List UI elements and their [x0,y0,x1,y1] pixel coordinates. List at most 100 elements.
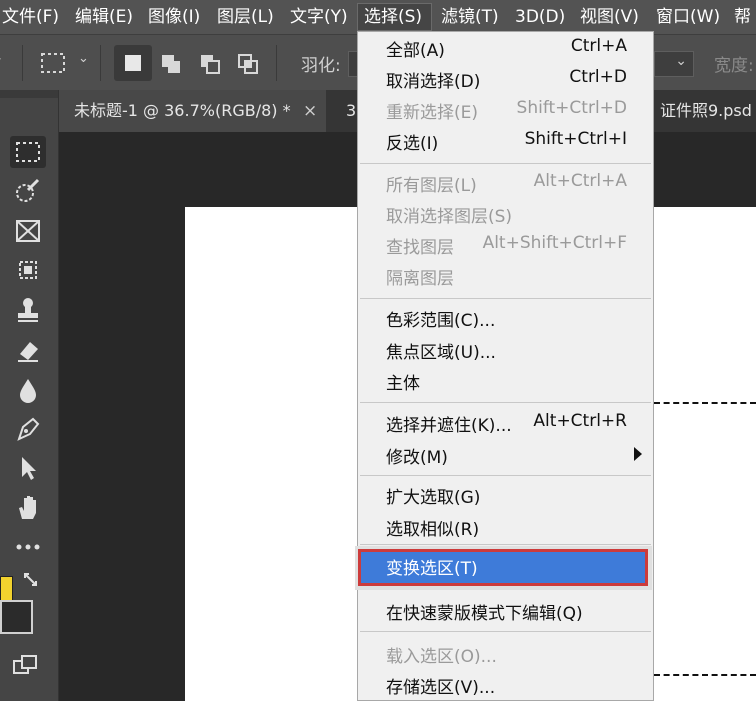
menu-item-label: 焦点区域(U)... [386,343,496,363]
menu-3d[interactable]: 3D(D) [515,0,565,34]
menu-file[interactable]: 文件(F) [2,0,59,34]
select-menu-dropdown: 全部(A) Ctrl+A 取消选择(D) Ctrl+D 重新选择(E) Shif… [355,31,654,701]
menu-item-grow[interactable]: 扩大选取(G) [358,480,653,510]
menu-separator [360,298,651,299]
menu-item-select-all[interactable]: 全部(A) Ctrl+A [358,33,653,63]
menu-item-color-range[interactable]: 色彩范围(C)... [358,303,653,333]
menu-item-label: 主体 [386,374,420,394]
preset-dropdown-icon[interactable]: ⌄ [78,51,89,66]
menu-item-transform-selection[interactable]: 变换选区(T) [355,546,652,590]
menu-item-label: 变换选区(T) [386,559,478,579]
divider [276,45,277,81]
add-selection-icon[interactable] [160,53,184,75]
frame-tool[interactable] [10,215,46,247]
menu-separator [360,163,651,164]
tool-preset-chevron-icon[interactable]: › [0,51,2,67]
menu-item-similar[interactable]: 选取相似(R) [358,512,653,542]
menu-separator [360,544,651,545]
menu-item-label: 修改(M) [386,448,448,468]
menu-item-all-layers: 所有图层(L) Alt+Ctrl+A [358,168,653,198]
hand-tool[interactable] [10,491,46,523]
new-selection-button[interactable] [114,45,152,81]
menu-item-inverse[interactable]: 反选(I) Shift+Ctrl+I [358,126,653,156]
menu-item-label: 查找图层 [386,238,454,258]
menu-separator [360,402,651,403]
menu-item-shortcut: Ctrl+D [569,67,627,87]
menu-item-modify[interactable]: 修改(M) [358,440,653,470]
menu-item-label: 扩大选取(G) [386,488,481,508]
menu-item-isolate-layers: 隔离图层 [358,261,653,291]
menu-item-deselect-layers: 取消选择图层(S) [358,199,653,229]
menu-item-label: 选取相似(R) [386,520,480,540]
screen-mode-icon[interactable] [12,653,40,677]
more-dots-icon [16,544,40,550]
stamp-tool[interactable] [10,294,46,326]
menu-image[interactable]: 图像(I) [148,0,200,34]
close-icon[interactable]: × [303,90,317,132]
menu-item-label: 全部(A) [386,41,445,61]
tab-label: 证件照9.psd [660,101,752,120]
path-select-tool[interactable] [10,452,46,484]
tools-panel [0,90,59,701]
background-color-swatch[interactable] [0,600,33,634]
menu-layer[interactable]: 图层(L) [217,0,274,34]
arrow-cursor-icon [22,457,36,480]
menu-item-shortcut: Shift+Ctrl+D [516,98,627,118]
feather-label: 羽化: [301,56,341,76]
menu-help[interactable]: 帮 [734,0,751,34]
pen-icon [17,417,40,441]
menu-item-label: 隔离图层 [386,269,454,289]
eraser-tool[interactable] [10,334,46,366]
menu-item-deselect[interactable]: 取消选择(D) Ctrl+D [358,64,653,94]
menu-item-label: 取消选择(D) [386,72,481,92]
style-dropdown[interactable]: ⌄ [654,51,694,77]
tab-hidden-partial[interactable]: 3 [346,90,356,132]
patch-tool[interactable] [10,254,46,286]
swap-colors-icon[interactable] [22,571,40,589]
tab-untitled-1[interactable]: 未标题-1 @ 36.7%(RGB/8) * × [58,90,326,132]
menu-filter[interactable]: 滤镜(T) [441,0,499,34]
intersect-selection-icon[interactable] [237,53,261,75]
menu-item-label: 存储选区(V)... [386,678,496,698]
patch-icon [19,261,37,279]
menu-item-shortcut: Ctrl+A [570,36,627,56]
blur-tool[interactable] [10,374,46,406]
water-drop-icon [20,379,36,403]
menu-select[interactable]: 选择(S) [357,3,432,31]
tab-id-photo[interactable]: 证件照9.psd [654,90,756,132]
menu-item-label: 载入选区(O)... [386,647,497,667]
menu-item-shortcut: Alt+Ctrl+A [533,171,627,191]
menu-type[interactable]: 文字(Y) [290,0,348,34]
menu-item-label: 在快速蒙版模式下编辑(Q) [386,604,583,624]
submenu-arrow-icon [634,447,642,461]
menu-item-reselect: 重新选择(E) Shift+Ctrl+D [358,95,653,125]
menu-item-find-layers: 查找图层 Alt+Shift+Ctrl+F [358,230,653,260]
frame-icon [16,220,40,242]
menu-view[interactable]: 视图(V) [580,0,639,34]
panel-grip [0,90,58,98]
menu-item-quick-mask[interactable]: 在快速蒙版模式下编辑(Q) [358,596,653,626]
menu-bar: 文件(F) 编辑(E) 图像(I) 图层(L) 文字(Y) 选择(S) 滤镜(T… [0,0,756,34]
menu-item-shortcut: Shift+Ctrl+I [524,129,627,149]
new-selection-icon [125,55,141,71]
quick-select-tool[interactable] [10,176,46,208]
menu-window[interactable]: 窗口(W) [656,0,720,34]
pen-tool[interactable] [10,413,46,445]
menu-item-label: 取消选择图层(S) [386,207,513,227]
subtract-selection-icon[interactable] [199,53,223,75]
rect-marquee-icon [16,142,40,162]
chevron-down-icon: ⌄ [675,53,687,69]
menu-item-label: 反选(I) [386,134,439,154]
menu-item-load-selection: 载入选区(O)... [358,639,653,669]
more-tools-button[interactable] [10,531,46,563]
menu-edit[interactable]: 编辑(E) [75,0,133,34]
menu-item-save-selection[interactable]: 存储选区(V)... [358,670,653,700]
menu-item-label: 所有图层(L) [386,176,477,196]
menu-item-select-and-mask[interactable]: 选择并遮住(K)... Alt+Ctrl+R [358,408,653,438]
menu-item-focus-area[interactable]: 焦点区域(U)... [358,335,653,365]
selection-marquee-top [654,402,756,404]
rect-marquee-preset-icon[interactable] [40,52,66,74]
rect-marquee-tool[interactable] [10,136,46,168]
menu-item-label: 选择并遮住(K)... [386,416,512,436]
menu-item-subject[interactable]: 主体 [358,366,653,396]
